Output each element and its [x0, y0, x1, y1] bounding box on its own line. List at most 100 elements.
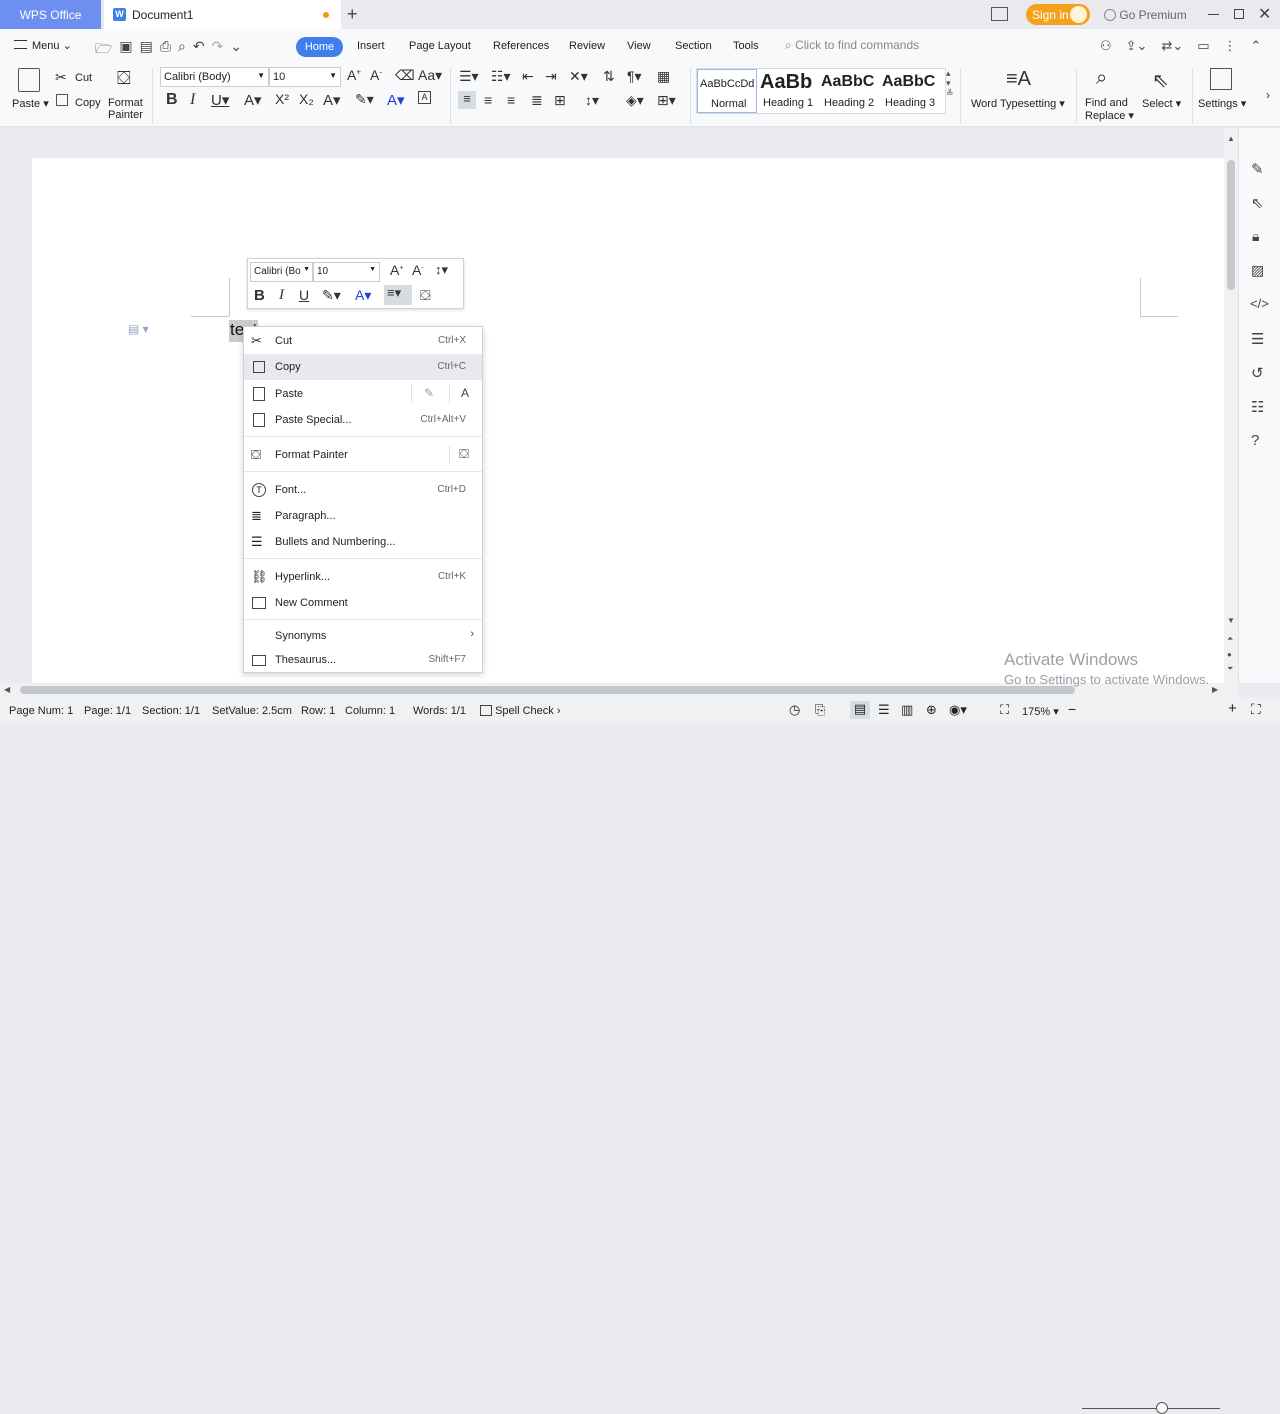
next-page-icon[interactable]: ⏷: [1227, 664, 1233, 674]
text-style-icon[interactable]: A▾: [323, 91, 341, 109]
underline-icon[interactable]: U▾: [211, 91, 229, 109]
context-hyperlink[interactable]: ⛓ Hyperlink... Ctrl+K: [244, 564, 482, 590]
styles-scroll-icon[interactable]: ▴ ▾ ≚: [946, 68, 954, 98]
tab-references[interactable]: References: [493, 40, 549, 52]
mini-shrink-font-icon[interactable]: A-: [412, 262, 424, 278]
cut-button[interactable]: Cut: [75, 72, 92, 84]
restore-icon[interactable]: [1234, 9, 1244, 19]
tab-home[interactable]: Home: [296, 37, 343, 57]
prev-page-icon[interactable]: ⏶: [1227, 634, 1233, 644]
select-button[interactable]: Select ▾: [1142, 97, 1181, 110]
copy-icon[interactable]: [56, 94, 68, 106]
mini-line-spacing-icon[interactable]: ↕▾: [435, 262, 448, 278]
line-spacing-icon[interactable]: ↕▾: [585, 92, 599, 109]
share-icon[interactable]: ⇪⌄: [1126, 38, 1148, 54]
highlight-icon[interactable]: ✎▾: [355, 91, 374, 108]
find-replace-button[interactable]: Replace ▾: [1085, 109, 1134, 122]
mini-highlight-icon[interactable]: ✎▾: [322, 287, 341, 304]
zoom-in-icon[interactable]: +: [1228, 700, 1237, 717]
distribute-icon[interactable]: ⊞: [554, 92, 566, 109]
tab-insert[interactable]: Insert: [357, 40, 385, 52]
collapse-ribbon-icon[interactable]: ⌃: [1251, 38, 1262, 54]
mini-align-icon[interactable]: ≡▾: [384, 285, 412, 305]
bullets-icon[interactable]: ☰▾: [459, 68, 479, 85]
context-synonyms[interactable]: Synonyms ›: [244, 623, 482, 649]
style-heading-1[interactable]: AaBb Heading 1: [759, 69, 819, 113]
style-normal[interactable]: AaBbCcDd Normal: [697, 69, 757, 113]
align-right-icon[interactable]: ≡: [507, 92, 515, 108]
context-new-comment[interactable]: New Comment: [244, 590, 482, 616]
paste-button[interactable]: Paste ▾: [12, 97, 49, 110]
status-page-num[interactable]: Page Num: 1: [9, 705, 73, 717]
context-thesaurus[interactable]: Thesaurus... Shift+F7: [244, 647, 482, 673]
borders-icon[interactable]: ⊞▾: [657, 92, 676, 109]
paragraph-handle-icon[interactable]: ▤ ▾: [128, 322, 149, 336]
document-page[interactable]: ▤ ▾ text: [32, 158, 1224, 688]
format-painter-icon[interactable]: ⛋: [117, 68, 131, 89]
mini-format-painter-icon[interactable]: ⛋: [420, 287, 431, 304]
sign-in-button[interactable]: Sign in: [1026, 4, 1090, 25]
scrollbar-thumb[interactable]: [1227, 160, 1235, 290]
select-cursor-icon[interactable]: ⇖: [1152, 68, 1169, 93]
format-painter-label-1[interactable]: Format: [108, 97, 143, 109]
context-copy[interactable]: Copy Ctrl+C: [244, 354, 482, 380]
font-size-select[interactable]: 10 ▼: [269, 67, 341, 87]
export-icon[interactable]: ⎘: [815, 702, 825, 718]
paragraph-mark-icon[interactable]: ¶▾: [627, 68, 642, 85]
undo-icon[interactable]: ↶: [193, 38, 205, 62]
paste-icon[interactable]: [18, 68, 40, 92]
style-heading-3[interactable]: AaBbC Heading 3: [882, 69, 940, 113]
status-section[interactable]: Section: 1/1: [142, 705, 200, 717]
redo-icon[interactable]: ↷: [212, 38, 224, 62]
word-typesetting-icon[interactable]: ≡A: [1006, 68, 1031, 91]
chinese-layout-icon[interactable]: ✕▾: [569, 68, 588, 85]
mini-italic-icon[interactable]: I: [279, 287, 284, 304]
web-layout-icon[interactable]: ⊕: [926, 702, 937, 718]
bold-icon[interactable]: B: [166, 91, 178, 109]
settings-button[interactable]: Settings ▾: [1198, 97, 1246, 110]
adjust-icon[interactable]: ☰: [1251, 330, 1264, 348]
spell-check-button[interactable]: Spell Check ›: [480, 705, 561, 717]
minimize-icon[interactable]: [1208, 14, 1219, 15]
tab-section[interactable]: Section: [675, 40, 712, 52]
fullscreen-icon[interactable]: ⛶: [1251, 701, 1261, 718]
history-icon[interactable]: ↺: [1251, 364, 1264, 382]
tab-review[interactable]: Review: [569, 40, 605, 52]
increase-indent-icon[interactable]: ⇥: [545, 68, 557, 85]
text-effect-icon[interactable]: A▾: [244, 91, 262, 109]
context-format-painter[interactable]: ⛋ Format Painter ⛋: [244, 442, 482, 468]
italic-icon[interactable]: I: [190, 91, 195, 109]
context-cut[interactable]: ✂ Cut Ctrl+X: [244, 328, 482, 354]
lock-icon[interactable]: 🔒︎: [1252, 228, 1259, 245]
char-border-icon[interactable]: A: [418, 91, 431, 104]
open-folder-icon[interactable]: 🗁: [95, 38, 112, 62]
focus-mode-icon[interactable]: ◷: [789, 702, 800, 718]
sort-icon[interactable]: ⇅: [603, 68, 615, 85]
clear-format-icon[interactable]: ⌫: [395, 67, 415, 84]
ribbon-scroll-right-icon[interactable]: ›: [1266, 88, 1270, 102]
paste-keep-format-icon[interactable]: ✎: [424, 386, 434, 400]
vertical-scrollbar[interactable]: ▲ ▼ ⏶ ● ⏷: [1224, 128, 1238, 683]
tool-icon[interactable]: ⇄⌄: [1161, 38, 1183, 54]
zoom-slider-track[interactable]: [1082, 1408, 1220, 1409]
more-icon[interactable]: ⋮: [1224, 38, 1237, 54]
context-font[interactable]: T Font... Ctrl+D: [244, 477, 482, 503]
navigation-icon[interactable]: ☷: [1251, 398, 1264, 416]
hscrollbar-thumb[interactable]: [20, 686, 1075, 694]
status-column[interactable]: Column: 1: [345, 705, 395, 717]
superscript-icon[interactable]: X²: [275, 91, 289, 107]
mini-font-color-icon[interactable]: A▾: [355, 287, 371, 304]
find-icon[interactable]: ⌕: [1096, 67, 1107, 90]
paste-text-only-icon[interactable]: A: [461, 386, 469, 400]
fit-page-icon[interactable]: ⛶: [1000, 702, 1009, 718]
numbering-icon[interactable]: ☷▾: [491, 68, 511, 85]
subscript-icon[interactable]: X₂: [299, 91, 314, 107]
decrease-indent-icon[interactable]: ⇤: [522, 68, 534, 85]
change-case-icon[interactable]: Aa▾: [418, 67, 442, 84]
go-premium-button[interactable]: Go Premium: [1104, 8, 1187, 22]
help-icon[interactable]: ?: [1251, 432, 1259, 449]
export-pdf-icon[interactable]: ▤: [140, 38, 153, 62]
format-painter-brush-icon[interactable]: ⛋: [459, 446, 469, 462]
eye-protection-icon[interactable]: ◉▾: [949, 702, 967, 718]
customize-icon[interactable]: ⌄: [230, 38, 242, 62]
